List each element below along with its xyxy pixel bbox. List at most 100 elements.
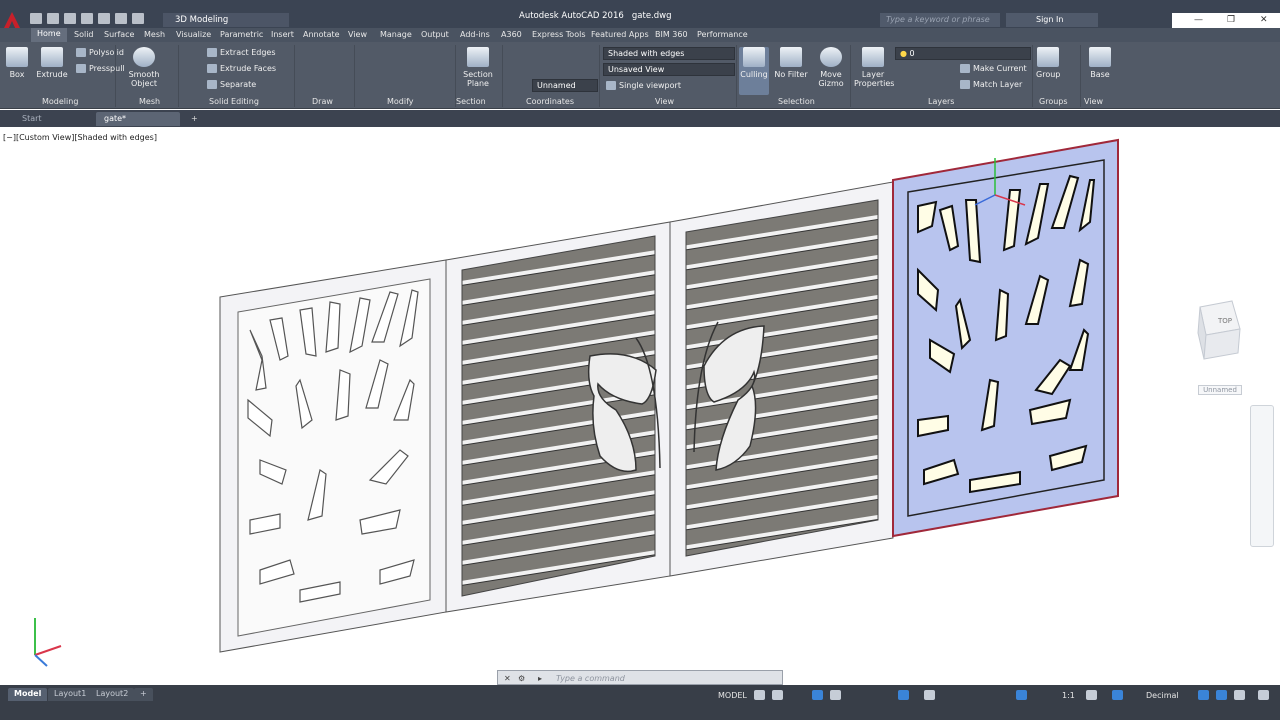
- command-input[interactable]: Type a command: [556, 674, 625, 683]
- layer-properties-button[interactable]: Layer Properties: [854, 47, 894, 88]
- navigation-bar[interactable]: [1250, 405, 1274, 547]
- undo-icon[interactable]: [115, 13, 127, 24]
- group-icon: [1037, 47, 1059, 67]
- close-icon[interactable]: ✕: [1260, 15, 1268, 25]
- redo-icon[interactable]: [132, 13, 144, 24]
- tab-manage[interactable]: Manage: [380, 30, 412, 39]
- tab-layout1[interactable]: Layout1: [48, 688, 93, 701]
- fullscreen-icon[interactable]: [1234, 690, 1245, 700]
- tab-mesh[interactable]: Mesh: [144, 30, 165, 39]
- workspace-dropdown[interactable]: 3D Modeling: [163, 13, 289, 27]
- units-dropdown[interactable]: Decimal: [1146, 691, 1179, 700]
- model-space-toggle[interactable]: MODEL: [718, 691, 747, 700]
- panel-selection: Selection: [778, 97, 815, 106]
- culling-button[interactable]: Culling: [739, 47, 769, 95]
- sign-in-button[interactable]: Sign In: [1006, 13, 1098, 27]
- search-input[interactable]: Type a keyword or phrase: [880, 13, 1000, 27]
- visual-style-dropdown[interactable]: Shaded with edges: [603, 47, 735, 60]
- tab-performance[interactable]: Performance: [697, 30, 748, 39]
- tab-visualize[interactable]: Visualize: [176, 30, 211, 39]
- snap-icon[interactable]: [772, 690, 783, 700]
- ortho-icon[interactable]: [812, 690, 823, 700]
- match-layer-button[interactable]: Match Layer: [960, 80, 1022, 89]
- close-icon[interactable]: ✕: [504, 674, 511, 683]
- panel-mesh[interactable]: Mesh: [139, 97, 160, 106]
- tab-gate[interactable]: gate*: [96, 112, 180, 126]
- tab-surface[interactable]: Surface: [104, 30, 134, 39]
- drawing-viewport[interactable]: [−][Custom View][Shaded with edges] TOP …: [0, 127, 1280, 685]
- open-icon[interactable]: [47, 13, 59, 24]
- command-line[interactable]: ✕ ⚙ ▸ Type a command: [497, 670, 783, 685]
- command-prompt-icon: ▸: [538, 674, 543, 683]
- gate-model[interactable]: [0, 127, 1280, 685]
- tab-bim360[interactable]: BIM 360: [655, 30, 688, 39]
- add-layout-icon[interactable]: +: [134, 688, 153, 701]
- print-icon[interactable]: [98, 13, 110, 24]
- panel-view-2[interactable]: View: [1084, 97, 1103, 106]
- separate-button[interactable]: Separate: [207, 80, 256, 89]
- settings-icon[interactable]: [1086, 690, 1097, 700]
- viewcube[interactable]: TOP: [1170, 299, 1250, 399]
- minimize-icon[interactable]: —: [1194, 15, 1203, 25]
- panel-modeling[interactable]: Modeling: [42, 97, 78, 106]
- panel-layers[interactable]: Layers: [928, 97, 954, 106]
- no-filter-button[interactable]: No Filter: [774, 47, 808, 79]
- osnap-icon[interactable]: [898, 690, 909, 700]
- plus-icon[interactable]: [1112, 690, 1123, 700]
- panel-draw[interactable]: Draw: [312, 97, 333, 106]
- isolate-icon[interactable]: [1216, 690, 1227, 700]
- panel-groups[interactable]: Groups: [1039, 97, 1068, 106]
- tab-layout2[interactable]: Layout2: [90, 688, 135, 701]
- tab-annotate[interactable]: Annotate: [303, 30, 340, 39]
- quick-properties-icon[interactable]: [1198, 690, 1209, 700]
- save-icon[interactable]: [64, 13, 76, 24]
- smooth-object-button[interactable]: Smooth Object: [128, 47, 160, 88]
- tab-model[interactable]: Model: [8, 688, 48, 701]
- presspull-button[interactable]: Presspull: [76, 64, 125, 73]
- tab-output[interactable]: Output: [421, 30, 449, 39]
- tab-parametric[interactable]: Parametric: [220, 30, 263, 39]
- viewcube-menu[interactable]: Unnamed: [1198, 385, 1242, 395]
- tab-a360[interactable]: A360: [501, 30, 522, 39]
- scale-dropdown[interactable]: 1:1: [1062, 691, 1075, 700]
- tab-featured-apps[interactable]: Featured Apps: [591, 30, 649, 39]
- panel-solid-editing[interactable]: Solid Editing: [209, 97, 259, 106]
- annotation-icon[interactable]: [1016, 690, 1027, 700]
- layer-dropdown[interactable]: ● 0: [895, 47, 1031, 60]
- tab-addins[interactable]: Add-ins: [460, 30, 490, 39]
- viewport-config-button[interactable]: Single viewport: [606, 81, 681, 90]
- lightbulb-icon: ●: [900, 49, 907, 58]
- customize-status-icon[interactable]: [1258, 690, 1269, 700]
- box-button[interactable]: Box: [5, 47, 29, 79]
- extrude-button[interactable]: Extrude: [36, 47, 68, 79]
- polysolid-button[interactable]: Polysolid: [76, 48, 124, 57]
- make-current-button[interactable]: Make Current: [960, 64, 1027, 73]
- panel-view[interactable]: View: [655, 97, 674, 106]
- extract-edges-button[interactable]: Extract Edges: [207, 48, 276, 57]
- customize-icon[interactable]: ⚙: [518, 674, 525, 683]
- panel-section[interactable]: Section: [456, 97, 486, 106]
- polar-icon[interactable]: [830, 690, 841, 700]
- tab-home[interactable]: Home: [31, 28, 67, 42]
- tab-start[interactable]: Start: [14, 112, 94, 126]
- move-gizmo-button[interactable]: Move Gizmo: [816, 47, 846, 88]
- tab-insert[interactable]: Insert: [271, 30, 294, 39]
- section-plane-button[interactable]: Section Plane: [462, 47, 494, 88]
- extrude-faces-button[interactable]: Extrude Faces: [207, 64, 276, 73]
- saved-view-dropdown[interactable]: Unsaved View: [603, 63, 735, 76]
- grid-icon[interactable]: [754, 690, 765, 700]
- new-icon[interactable]: [30, 13, 42, 24]
- panel-modify[interactable]: Modify: [387, 97, 414, 106]
- panel-coordinates[interactable]: Coordinates: [526, 97, 574, 106]
- base-button[interactable]: Base: [1088, 47, 1112, 79]
- tab-express-tools[interactable]: Express Tools: [532, 30, 586, 39]
- tab-view[interactable]: View: [348, 30, 367, 39]
- restore-icon[interactable]: ❐: [1227, 15, 1235, 25]
- save-as-icon[interactable]: [81, 13, 93, 24]
- group-button[interactable]: Group: [1036, 47, 1060, 79]
- tab-solid[interactable]: Solid: [74, 30, 94, 39]
- new-tab-icon[interactable]: +: [183, 112, 201, 126]
- lineweight-icon[interactable]: [924, 690, 935, 700]
- ucs-dropdown[interactable]: Unnamed: [532, 79, 598, 92]
- layers-icon: [862, 47, 884, 67]
